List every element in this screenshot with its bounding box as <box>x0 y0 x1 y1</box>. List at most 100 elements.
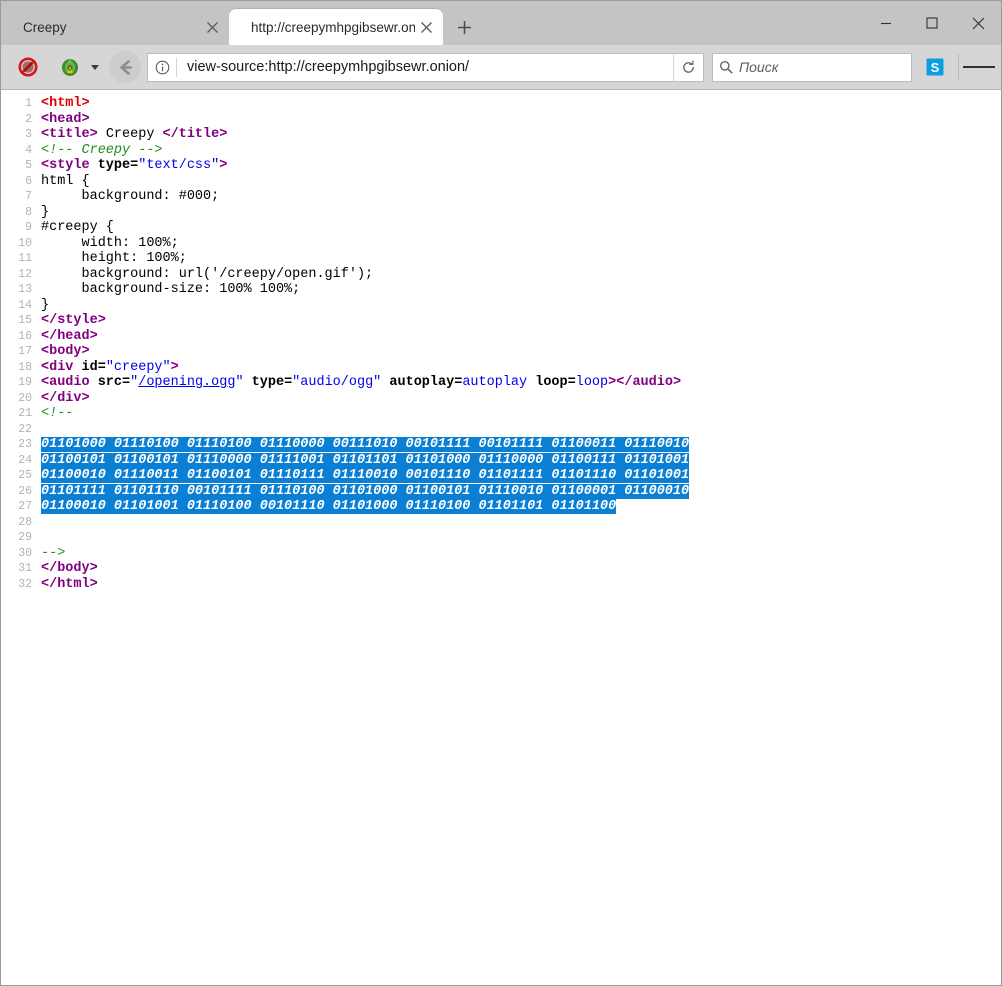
source-line: 15</style> <box>1 313 1001 329</box>
source-code[interactable]: <audio src="/opening.ogg" type="audio/og… <box>41 375 1001 391</box>
search-bar[interactable] <box>712 53 912 82</box>
tab-view-source[interactable]: http://creepymhpgibsewr.oni... <box>229 9 443 45</box>
tab-close-icon[interactable] <box>415 16 437 38</box>
source-code[interactable]: <div id="creepy"> <box>41 360 1001 376</box>
line-number: 31 <box>1 561 41 577</box>
source-line: 7 background: #000; <box>1 189 1001 205</box>
code-token: background-size: 100% 100%; <box>41 282 300 297</box>
source-code[interactable]: 01100101 01100101 01110000 01111001 0110… <box>41 453 1001 469</box>
maximize-button[interactable] <box>909 1 955 45</box>
source-code[interactable]: 01101111 01101110 00101111 01110100 0110… <box>41 484 1001 500</box>
source-code[interactable]: 01101000 01110100 01110100 01110000 0011… <box>41 437 1001 453</box>
code-token: </html> <box>41 577 98 592</box>
source-code[interactable]: <html> <box>41 96 1001 112</box>
source-code[interactable]: </head> <box>41 329 1001 345</box>
minimize-button[interactable] <box>863 1 909 45</box>
source-code[interactable]: 01100010 01101001 01110100 00101110 0110… <box>41 499 1001 515</box>
line-number: 18 <box>1 360 41 376</box>
source-code[interactable]: </style> <box>41 313 1001 329</box>
reload-icon[interactable] <box>673 54 703 81</box>
source-code[interactable]: <head> <box>41 112 1001 128</box>
line-number: 8 <box>1 205 41 221</box>
source-code[interactable]: height: 100%; <box>41 251 1001 267</box>
source-line: 20</div> <box>1 391 1001 407</box>
source-code[interactable]: } <box>41 205 1001 221</box>
line-number: 2 <box>1 112 41 128</box>
source-line: 11 height: 100%; <box>1 251 1001 267</box>
source-code[interactable]: background: #000; <box>41 189 1001 205</box>
code-token[interactable]: /opening.ogg <box>138 375 235 390</box>
line-number: 14 <box>1 298 41 314</box>
code-token: </head> <box>41 329 98 344</box>
line-number: 13 <box>1 282 41 298</box>
tab-creepy[interactable]: Creepy <box>1 9 229 45</box>
tor-button[interactable] <box>53 52 99 82</box>
source-line: 3<title> Creepy </title> <box>1 127 1001 143</box>
window-controls <box>863 1 1001 45</box>
source-line: 22 <box>1 422 1001 438</box>
code-token: background: url('/creepy/open.gif'); <box>41 267 373 282</box>
menu-line <box>963 66 974 69</box>
line-number: 11 <box>1 251 41 267</box>
code-token: <audio <box>41 375 90 390</box>
line-number: 6 <box>1 174 41 190</box>
code-token: <title> <box>41 127 98 142</box>
noscript-icon[interactable] <box>13 52 43 82</box>
code-token: loop <box>576 375 608 390</box>
code-token: <!-- <box>41 406 73 421</box>
info-circle-icon[interactable] <box>148 54 176 81</box>
code-token: html { <box>41 174 90 189</box>
new-tab-button[interactable] <box>449 12 479 42</box>
line-number: 21 <box>1 406 41 422</box>
url-text[interactable]: view-source:http://creepymhpgibsewr.onio… <box>177 59 673 75</box>
code-token: </body> <box>41 561 98 576</box>
line-number: 5 <box>1 158 41 174</box>
source-line: 8} <box>1 205 1001 221</box>
code-token: <div <box>41 360 73 375</box>
source-line: 17<body> <box>1 344 1001 360</box>
source-line: 2301101000 01110100 01110100 01110000 00… <box>1 437 1001 453</box>
tab-close-icon[interactable] <box>201 16 223 38</box>
search-input[interactable] <box>739 59 911 75</box>
hamburger-menu-icon[interactable] <box>963 51 995 83</box>
code-token: width: 100%; <box>41 236 179 251</box>
line-number: 32 <box>1 577 41 593</box>
code-token: <style <box>41 158 90 173</box>
source-code[interactable]: background: url('/creepy/open.gif'); <box>41 267 1001 283</box>
back-button[interactable] <box>109 51 141 83</box>
line-number: 15 <box>1 313 41 329</box>
source-code[interactable]: </div> <box>41 391 1001 407</box>
source-code[interactable]: <!-- <box>41 406 1001 422</box>
source-code[interactable]: 01100010 01110011 01100101 01110111 0111… <box>41 468 1001 484</box>
source-code[interactable]: html { <box>41 174 1001 190</box>
source-code[interactable]: <body> <box>41 344 1001 360</box>
source-code[interactable]: --> <box>41 546 1001 562</box>
source-code[interactable]: background-size: 100% 100%; <box>41 282 1001 298</box>
source-code[interactable]: width: 100%; <box>41 236 1001 252</box>
line-number: 30 <box>1 546 41 562</box>
line-number: 25 <box>1 468 41 484</box>
line-number: 17 <box>1 344 41 360</box>
line-number: 22 <box>1 422 41 438</box>
source-code[interactable]: #creepy { <box>41 220 1001 236</box>
code-token: autoplay <box>462 375 527 390</box>
source-code[interactable]: } <box>41 298 1001 314</box>
url-bar[interactable]: view-source:http://creepymhpgibsewr.onio… <box>147 53 704 82</box>
code-token: Creepy <box>98 127 163 142</box>
line-number: 19 <box>1 375 41 391</box>
source-code[interactable]: <style type="text/css"> <box>41 158 1001 174</box>
source-code[interactable]: </body> <box>41 561 1001 577</box>
close-button[interactable] <box>955 1 1001 45</box>
source-code[interactable]: <title> Creepy </title> <box>41 127 1001 143</box>
view-source-content[interactable]: 1<html>2<head>3<title> Creepy </title>4<… <box>1 90 1001 985</box>
skype-icon[interactable]: S <box>920 52 950 82</box>
source-line: 16</head> <box>1 329 1001 345</box>
source-line: 31</body> <box>1 561 1001 577</box>
source-line: 2601101111 01101110 00101111 01110100 01… <box>1 484 1001 500</box>
source-code[interactable]: </html> <box>41 577 1001 593</box>
line-number: 12 <box>1 267 41 283</box>
source-code[interactable]: <!-- Creepy --> <box>41 143 1001 159</box>
source-line: 5<style type="text/css"> <box>1 158 1001 174</box>
source-line: 14} <box>1 298 1001 314</box>
code-token: </div> <box>41 391 90 406</box>
